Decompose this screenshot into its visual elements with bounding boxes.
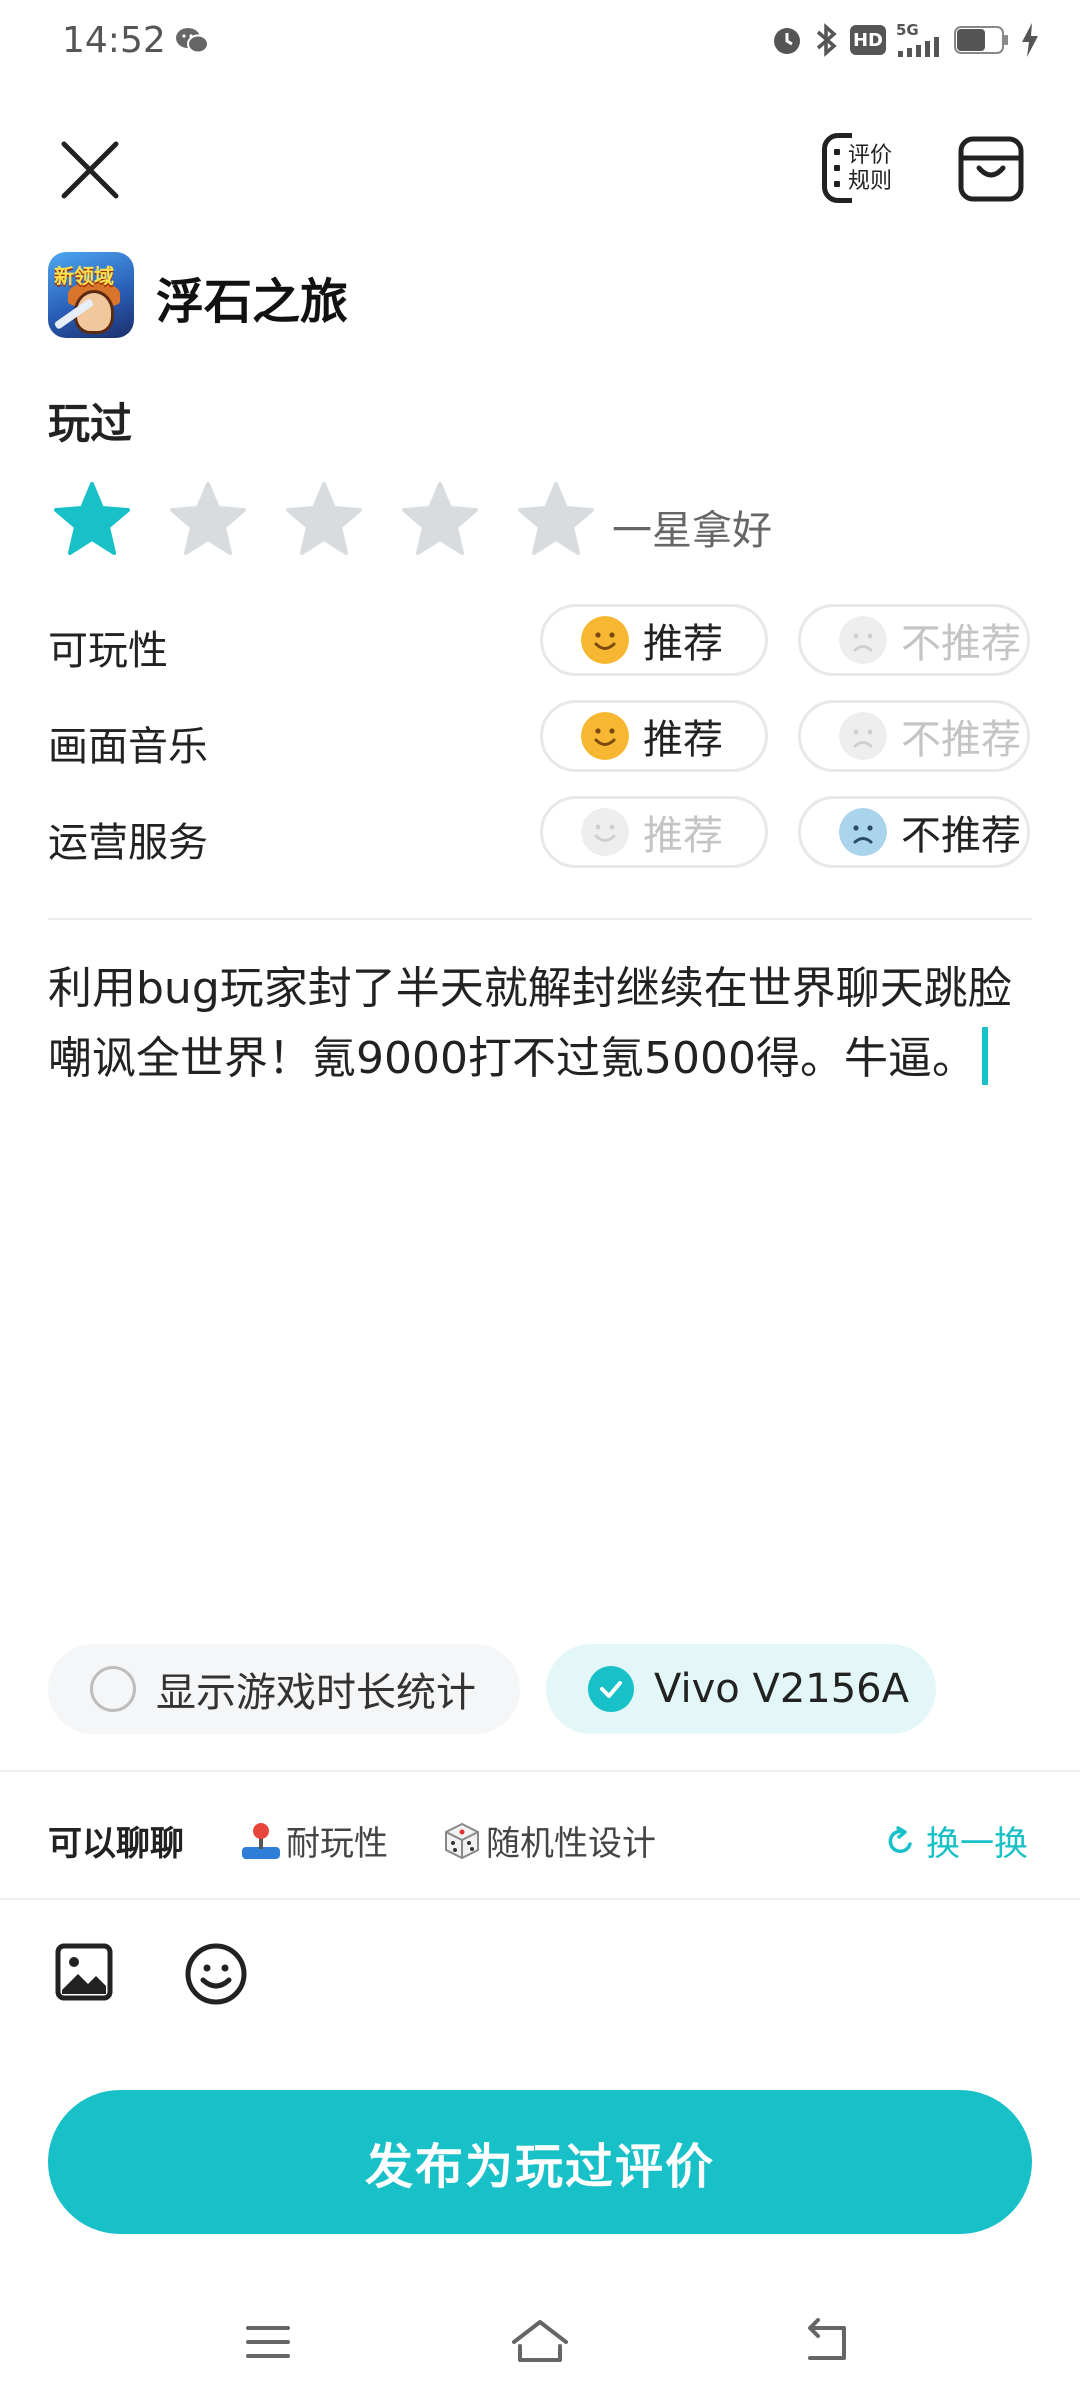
divider [0,1770,1080,1772]
5g-signal-icon: 5G [896,21,944,57]
review-text: 利用bug玩家封了半天就解封继续在世界聊天跳脸嘲讽全世界！氪9000打不过氪50… [48,963,1012,1084]
status-time: 14:52 [62,20,166,61]
recommend-button[interactable]: 推荐 [540,604,768,676]
played-status-label: 玩过 [48,399,133,448]
image-icon[interactable] [54,1942,114,2002]
device-toggle[interactable]: Vivo V2156A [546,1644,936,1734]
hd-icon: HD [850,25,886,55]
not-recommend-button[interactable]: 不推荐 [798,796,1030,868]
topic-randomness[interactable]: 随机性设计 [442,1816,656,1865]
radio-unchecked-icon [90,1666,136,1712]
recommend-label: 推荐 [643,813,723,859]
divider [48,918,1032,920]
game-icon-logo: 新领域 [54,264,114,288]
topic-label: 可以聊聊 [48,1824,184,1864]
joystick-icon [242,1822,280,1859]
dice-icon [445,1822,479,1859]
game-icon: 新领域 [48,252,134,338]
show-playtime-toggle[interactable]: 显示游戏时长统计 [48,1644,520,1734]
refresh-icon [888,1825,912,1853]
show-playtime-label: 显示游戏时长统计 [156,1670,476,1716]
topic-durability-label: 耐玩性 [286,1824,388,1864]
smile-face-icon [581,712,629,760]
wechat-icon [176,28,209,54]
close-icon[interactable] [56,136,124,204]
game-title: 浮石之旅 [156,274,349,330]
smile-face-icon [581,616,629,664]
sad-face-icon [839,616,887,664]
criteria-row-graphics-music: 画面音乐 推荐 不推荐 [0,700,1080,776]
recommend-label: 推荐 [643,717,723,763]
text-caret [981,1027,988,1085]
bag-icon[interactable] [956,134,1026,204]
rating-description: 一星拿好 [612,508,772,554]
alarm-icon [774,28,800,54]
star-icon-4[interactable] [400,480,480,560]
refresh-label: 换一换 [926,1824,1028,1864]
device-label: Vivo V2156A [654,1666,909,1712]
recommend-button[interactable]: 推荐 [540,700,768,772]
check-icon [588,1666,634,1712]
criteria-row-service: 运营服务 推荐 不推荐 [0,796,1080,872]
topic-randomness-label: 随机性设计 [486,1824,656,1864]
review-rules-button[interactable]: 评价 规则 [822,127,904,209]
topic-durability[interactable]: 耐玩性 [240,1816,388,1865]
rules-list-icon [834,149,840,197]
criteria-label: 运营服务 [48,820,208,866]
not-recommend-label: 不推荐 [901,813,1021,859]
back-icon[interactable] [798,2318,854,2366]
star-icon-5[interactable] [516,480,596,560]
recommend-button[interactable]: 推荐 [540,796,768,868]
status-bar: 14:52 HD 5G [0,0,1080,90]
not-recommend-button[interactable]: 不推荐 [798,700,1030,772]
star-icon-1[interactable] [52,480,132,560]
star-icon-3[interactable] [284,480,364,560]
sad-face-icon [839,808,887,856]
criteria-label: 可玩性 [48,628,168,674]
criteria-row-playability: 可玩性 推荐 不推荐 [0,604,1080,680]
hd-label: HD [852,29,883,51]
publish-button[interactable]: 发布为玩过评价 [48,2090,1032,2234]
star-icon-2[interactable] [168,480,248,560]
review-text-input[interactable]: 利用bug玩家封了半天就解封继续在世界聊天跳脸嘲讽全世界！氪9000打不过氪50… [48,954,1038,1094]
star-rating[interactable] [52,480,596,560]
refresh-topics-button[interactable]: 换一换 [884,1816,1028,1865]
not-recommend-label: 不推荐 [901,717,1021,763]
criteria-label: 画面音乐 [48,724,208,770]
sad-face-icon [839,712,887,760]
divider [0,1898,1080,1900]
recommend-label: 推荐 [643,621,723,667]
charging-icon [1022,23,1038,57]
not-recommend-label: 不推荐 [901,621,1021,667]
emoji-icon[interactable] [184,1942,248,2006]
battery-icon [954,26,1008,54]
smile-face-icon [581,808,629,856]
bluetooth-icon [816,23,837,57]
home-icon[interactable] [508,2316,572,2366]
rules-label: 评价 规则 [848,143,893,194]
not-recommend-button[interactable]: 不推荐 [798,604,1030,676]
topic-suggestions: 可以聊聊 耐玩性 随机性设计 换一换 [0,1808,1080,1868]
menu-icon[interactable] [244,2322,292,2362]
